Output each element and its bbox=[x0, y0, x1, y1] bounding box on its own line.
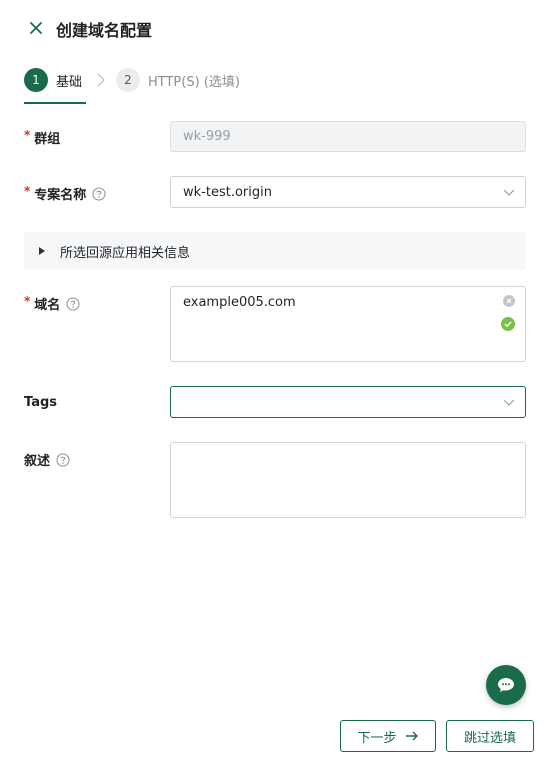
required-marker: * bbox=[24, 127, 31, 142]
next-step-button[interactable]: 下一步 bbox=[340, 720, 436, 752]
description-label-text: 叙述 bbox=[24, 454, 51, 469]
group-field: wk-999 bbox=[170, 121, 526, 152]
group-value: wk-999 bbox=[183, 129, 231, 144]
skip-optional-label: 跳过选填 bbox=[463, 730, 516, 746]
project-label-text: 专案名称 bbox=[34, 188, 87, 203]
drawer-header: 创建域名配置 bbox=[0, 0, 546, 56]
domain-label-text: 域名 bbox=[34, 298, 61, 313]
tags-label-text: Tags bbox=[24, 395, 58, 410]
required-marker: * bbox=[24, 293, 31, 308]
project-select[interactable]: wk-test.origin bbox=[170, 176, 526, 208]
close-icon bbox=[30, 22, 42, 34]
help-icon[interactable] bbox=[66, 297, 80, 311]
chevron-down-icon bbox=[503, 189, 515, 196]
tags-label: Tags bbox=[24, 395, 57, 410]
step-label: 基础 bbox=[56, 74, 83, 90]
description-label: 叙述 bbox=[24, 450, 70, 469]
chat-button[interactable] bbox=[486, 665, 526, 705]
step-number: 1 bbox=[24, 68, 48, 92]
chevron-down-icon bbox=[503, 399, 515, 406]
group-label-text: 群组 bbox=[34, 132, 61, 147]
page-title: 创建域名配置 bbox=[56, 21, 153, 40]
tags-select[interactable] bbox=[170, 386, 526, 418]
check-circle-icon bbox=[501, 317, 515, 331]
description-textarea[interactable] bbox=[170, 442, 526, 518]
stepper: 1 基础 2 HTTP(S) (选填) bbox=[24, 66, 524, 106]
clear-icon[interactable] bbox=[503, 295, 515, 307]
project-value: wk-test.origin bbox=[183, 185, 272, 200]
next-step-label: 下一步 bbox=[357, 730, 397, 746]
help-icon[interactable] bbox=[92, 187, 106, 201]
chevron-right-icon bbox=[97, 73, 105, 87]
required-marker: * bbox=[24, 183, 31, 198]
origin-app-info-collapse[interactable]: 所选回源应用相关信息 bbox=[24, 232, 526, 270]
skip-optional-button[interactable]: 跳过选填 bbox=[446, 720, 534, 752]
caret-right-icon bbox=[39, 247, 45, 255]
domain-label: * 域名 bbox=[24, 294, 80, 313]
group-label: * 群组 bbox=[24, 127, 61, 148]
close-button[interactable] bbox=[26, 18, 46, 38]
step-number: 2 bbox=[116, 68, 140, 92]
step-label: HTTP(S) (选填) bbox=[148, 74, 240, 90]
step-basic[interactable]: 1 基础 bbox=[24, 66, 82, 94]
collapse-label: 所选回源应用相关信息 bbox=[60, 245, 191, 261]
domain-textarea[interactable]: example005.com bbox=[170, 286, 526, 362]
step-https[interactable]: 2 HTTP(S) (选填) bbox=[116, 66, 240, 94]
active-step-indicator bbox=[24, 102, 86, 104]
domain-value: example005.com bbox=[183, 295, 296, 310]
help-icon[interactable] bbox=[56, 453, 70, 467]
arrow-right-icon bbox=[405, 731, 418, 741]
project-label: * 专案名称 bbox=[24, 184, 106, 203]
chat-bubble-icon bbox=[498, 678, 514, 692]
